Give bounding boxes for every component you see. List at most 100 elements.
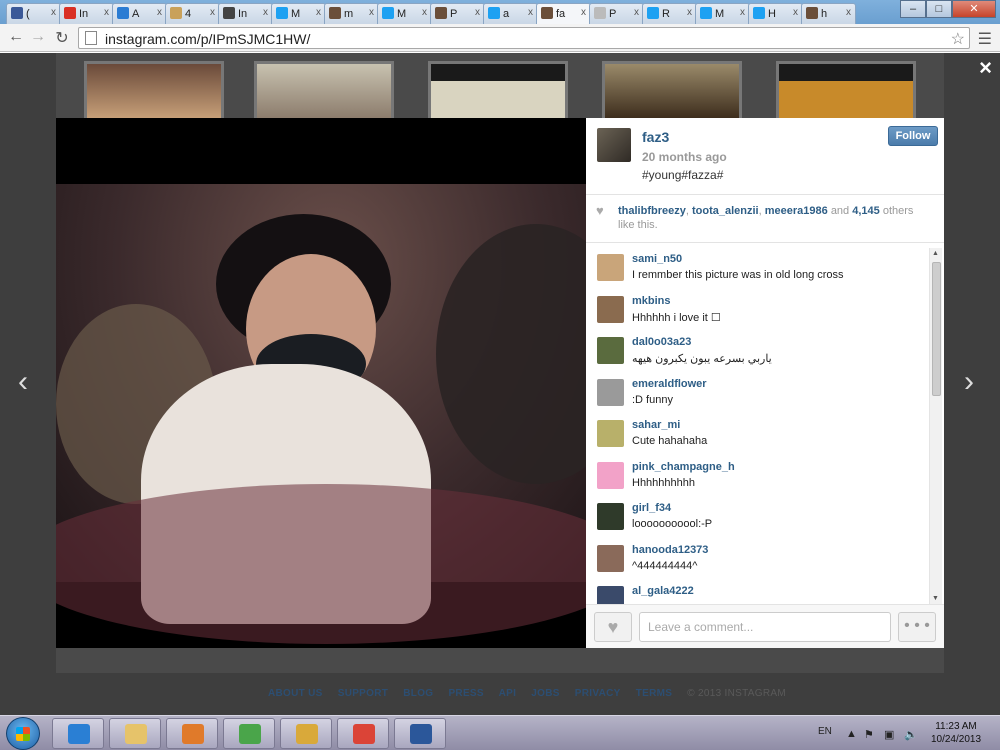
tab-close-icon[interactable]: x bbox=[157, 7, 162, 18]
back-arrow-icon[interactable]: ← bbox=[6, 28, 26, 46]
reload-icon[interactable]: ↻ bbox=[52, 28, 72, 48]
footer-link-privacy[interactable]: PRIVACY bbox=[575, 688, 621, 699]
likes-count[interactable]: 4,145 bbox=[852, 205, 880, 217]
commenter-username[interactable]: emeraldflower bbox=[632, 378, 707, 390]
commenter-avatar[interactable] bbox=[597, 586, 624, 604]
taskbar-app-outlook[interactable] bbox=[280, 718, 332, 749]
commenter-avatar[interactable] bbox=[597, 461, 624, 489]
tab-close-icon[interactable]: x bbox=[793, 7, 798, 18]
liker-link[interactable]: meeera1986 bbox=[765, 205, 828, 217]
show-hidden-icons-icon[interactable]: ▲ bbox=[846, 728, 857, 740]
taskbar-app-chrome[interactable] bbox=[337, 718, 389, 749]
tab-close-icon[interactable]: x bbox=[687, 7, 692, 18]
tab-close-icon[interactable]: x bbox=[51, 7, 56, 18]
liker-link[interactable]: thalibfbreezy bbox=[618, 205, 686, 217]
tab-close-icon[interactable]: x bbox=[846, 7, 851, 18]
post-time[interactable]: 20 months ago bbox=[642, 150, 727, 164]
action-center-flag-icon[interactable]: ⚑ bbox=[864, 728, 874, 741]
commenter-avatar[interactable] bbox=[597, 378, 624, 406]
tab-close-icon[interactable]: x bbox=[422, 7, 427, 18]
next-photo-arrow-icon[interactable]: › bbox=[964, 365, 974, 399]
window-minimize-button[interactable]: – bbox=[900, 0, 926, 18]
taskbar-app-network-app[interactable] bbox=[223, 718, 275, 749]
scroll-down-icon[interactable]: ▼ bbox=[932, 595, 939, 602]
bookmark-star-icon[interactable]: ☆ bbox=[951, 29, 965, 49]
commenter-avatar[interactable] bbox=[597, 420, 624, 447]
browser-tab[interactable]: mx bbox=[324, 3, 379, 24]
network-icon[interactable]: ▣ bbox=[884, 728, 894, 741]
commenter-username[interactable]: girl_f34 bbox=[632, 502, 671, 514]
browser-tab[interactable]: fa x bbox=[536, 3, 591, 25]
footer-link-blog[interactable]: BLOG bbox=[403, 688, 433, 699]
tab-close-icon[interactable]: x bbox=[528, 7, 533, 18]
browser-tab[interactable]: Mx bbox=[377, 3, 432, 24]
scroll-up-icon[interactable]: ▲ bbox=[932, 250, 939, 257]
taskbar-app-internet-explorer[interactable] bbox=[52, 718, 104, 749]
taskbar-app-file-explorer[interactable] bbox=[109, 718, 161, 749]
footer-link-support[interactable]: SUPPORT bbox=[338, 688, 388, 699]
scrollbar-thumb[interactable] bbox=[932, 262, 941, 396]
tab-close-icon[interactable]: x bbox=[316, 7, 321, 18]
tab-close-icon[interactable]: x bbox=[104, 7, 109, 18]
browser-tab[interactable]: In x bbox=[59, 3, 114, 24]
browser-tab[interactable]: 4x bbox=[165, 3, 220, 24]
tab-close-icon[interactable]: x bbox=[369, 7, 374, 18]
browser-tab[interactable]: Px bbox=[430, 3, 485, 24]
grid-thumbnail[interactable] bbox=[254, 61, 394, 123]
follow-button[interactable]: Follow bbox=[888, 126, 938, 146]
footer-link-press[interactable]: PRESS bbox=[448, 688, 483, 699]
commenter-username[interactable]: dal0o03a23 bbox=[632, 336, 691, 348]
browser-tab[interactable]: Mx bbox=[271, 3, 326, 24]
tab-close-icon[interactable]: x bbox=[740, 7, 745, 18]
grid-thumbnail[interactable] bbox=[428, 61, 568, 123]
close-overlay-icon[interactable]: × bbox=[979, 55, 992, 81]
tab-close-icon[interactable]: x bbox=[210, 7, 215, 18]
comment-input[interactable] bbox=[639, 612, 891, 642]
footer-link-about[interactable]: ABOUT US bbox=[268, 688, 323, 699]
commenter-avatar[interactable] bbox=[597, 503, 624, 530]
commenter-username[interactable]: mkbins bbox=[632, 295, 671, 307]
system-clock[interactable]: 11:23 AM 10/24/2013 bbox=[928, 720, 984, 746]
taskbar-app-word[interactable] bbox=[394, 718, 446, 749]
commenter-username[interactable]: pink_champagne_h bbox=[632, 461, 735, 473]
prev-photo-arrow-icon[interactable]: ‹ bbox=[18, 365, 28, 399]
browser-tab[interactable]: Rx bbox=[642, 3, 697, 24]
start-button[interactable] bbox=[6, 717, 40, 750]
footer-link-jobs[interactable]: JOBS bbox=[531, 688, 559, 699]
commenter-avatar[interactable] bbox=[597, 295, 624, 323]
author-avatar[interactable] bbox=[597, 128, 631, 162]
commenter-avatar[interactable] bbox=[597, 254, 624, 281]
volume-icon[interactable]: 🔈 bbox=[904, 728, 918, 741]
grid-thumbnail[interactable] bbox=[602, 61, 742, 123]
tab-close-icon[interactable]: x bbox=[634, 7, 639, 18]
more-options-button[interactable]: • • • bbox=[898, 612, 936, 642]
taskbar-app-media-player[interactable] bbox=[166, 718, 218, 749]
browser-tab[interactable]: (x bbox=[6, 3, 61, 24]
author-username[interactable]: faz3 bbox=[642, 129, 669, 145]
liker-link[interactable]: toota_alenzii bbox=[692, 205, 759, 217]
like-heart-button[interactable]: ♥ bbox=[594, 612, 632, 642]
tab-close-icon[interactable]: x bbox=[475, 7, 480, 18]
commenter-username[interactable]: hanooda12373 bbox=[632, 544, 708, 556]
commenter-avatar[interactable] bbox=[597, 337, 624, 364]
browser-tab[interactable]: Ax bbox=[112, 3, 167, 24]
chrome-menu-icon[interactable]: ☰ bbox=[978, 29, 992, 49]
browser-tab[interactable]: hx bbox=[801, 3, 856, 24]
commenter-username[interactable]: al_gala4222 bbox=[632, 585, 694, 597]
tab-close-icon[interactable]: x bbox=[581, 7, 586, 18]
footer-link-api[interactable]: API bbox=[499, 688, 517, 699]
comments-scrollbar[interactable]: ▲ ▼ bbox=[929, 248, 942, 604]
browser-tab[interactable]: ax bbox=[483, 3, 538, 24]
grid-thumbnail[interactable] bbox=[84, 61, 224, 123]
language-indicator[interactable]: EN bbox=[818, 726, 832, 737]
browser-tab[interactable]: Hx bbox=[748, 3, 803, 24]
window-close-button[interactable]: ✕ bbox=[952, 0, 996, 18]
tab-close-icon[interactable]: x bbox=[263, 7, 268, 18]
grid-thumbnail[interactable] bbox=[776, 61, 916, 123]
address-bar[interactable]: instagram.com/p/IPmSJMC1HW/ ☆ bbox=[78, 27, 970, 49]
browser-tab[interactable]: In x bbox=[218, 3, 273, 24]
commenter-username[interactable]: sahar_mi bbox=[632, 419, 680, 431]
footer-link-terms[interactable]: TERMS bbox=[636, 688, 673, 699]
forward-arrow-icon[interactable]: → bbox=[28, 28, 48, 46]
commenter-username[interactable]: sami_n50 bbox=[632, 253, 682, 265]
